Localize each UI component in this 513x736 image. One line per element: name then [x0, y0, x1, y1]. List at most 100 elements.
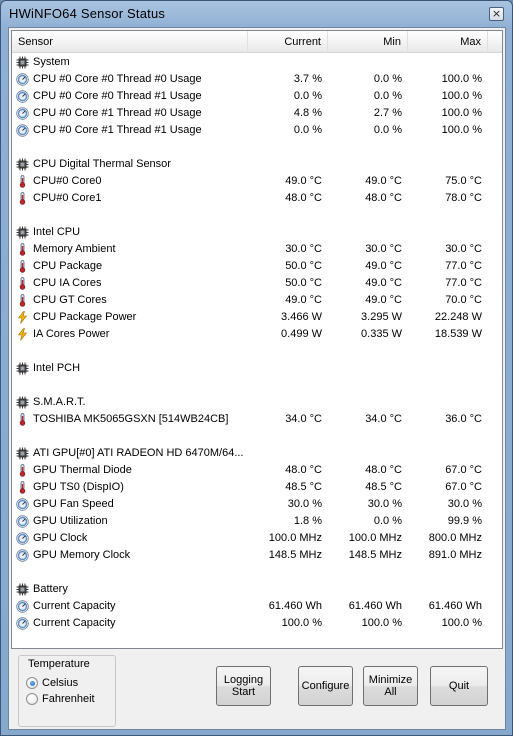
temperature-group-label: Temperature — [25, 658, 93, 670]
thermometer-icon — [16, 192, 29, 205]
sensor-row[interactable]: TOSHIBA MK5065GSXN [514WB24CB] 34.0 °C 34.… — [12, 411, 502, 428]
current-value: 48.5 °C — [285, 481, 322, 493]
window-title: HWiNFO64 Sensor Status — [9, 6, 166, 21]
sensor-group-row[interactable]: Battery — [12, 581, 502, 598]
sensor-row[interactable]: Current Capacity 61.460 Wh 61.460 Wh 61.460… — [12, 598, 502, 615]
sensor-name: CPU Package Power — [33, 311, 137, 323]
max-value: 67.0 °C — [445, 481, 482, 493]
thermometer-icon — [16, 464, 29, 477]
min-value: 49.0 °C — [365, 277, 402, 289]
lightning-icon — [16, 311, 29, 324]
max-value: 100.0 % — [441, 124, 482, 136]
gauge-icon — [16, 515, 29, 528]
min-value: 30.0 % — [367, 498, 402, 510]
min-value: 30.0 °C — [365, 243, 402, 255]
sensor-row[interactable]: CPU IA Cores 50.0 °C 49.0 °C 77.0 °C — [12, 275, 502, 292]
fahrenheit-label: Fahrenheit — [42, 693, 95, 705]
quit-button[interactable]: Quit — [430, 666, 488, 706]
column-header-sensor[interactable]: Sensor — [12, 31, 248, 53]
spacer-row — [12, 377, 502, 394]
min-value: 148.5 MHz — [348, 549, 402, 561]
sensor-status-window: HWiNFO64 Sensor Status × Sensor Current … — [0, 0, 513, 736]
sensor-row[interactable]: CPU Package Power 3.466 W 3.295 W 22.248 W — [12, 309, 502, 326]
column-header-min[interactable]: Min — [328, 31, 408, 53]
max-value: 78.0 °C — [445, 192, 482, 204]
min-value: 0.335 W — [361, 328, 402, 340]
sensor-name: Intel PCH — [33, 362, 81, 374]
close-button[interactable]: × — [489, 7, 504, 21]
sensor-name: IA Cores Power — [33, 328, 110, 340]
column-header-max[interactable]: Max — [408, 31, 488, 53]
sensor-name: Battery — [33, 583, 68, 595]
sensor-name: CPU IA Cores — [33, 277, 102, 289]
logging-start-button[interactable]: Logging Start — [216, 666, 271, 706]
current-value: 48.0 °C — [285, 192, 322, 204]
sensor-rows: System CPU #0 Core #0 Thread #0 Usage 3.7 … — [12, 54, 502, 632]
min-value: 3.295 W — [361, 311, 402, 323]
temperature-unit-group: Temperature Celsius Fahrenheit — [18, 655, 116, 727]
sensor-row[interactable]: IA Cores Power 0.499 W 0.335 W 18.539 W — [12, 326, 502, 343]
column-header-current[interactable]: Current — [248, 31, 328, 53]
min-value: 100.0 MHz — [348, 532, 402, 544]
sensor-name: TOSHIBA MK5065GSXN [514WB24CB] — [33, 413, 229, 425]
fahrenheit-radio-indicator[interactable] — [26, 693, 38, 705]
configure-label: Configure — [301, 680, 350, 692]
current-value: 0.0 % — [293, 124, 322, 136]
logging-start-label-line2: Start — [231, 686, 256, 698]
celsius-radio-indicator[interactable] — [26, 677, 38, 689]
sensor-group-row[interactable]: Intel PCH — [12, 360, 502, 377]
sensor-row[interactable]: Memory Ambient 30.0 °C 30.0 °C 30.0 °C — [12, 241, 502, 258]
min-value: 48.0 °C — [365, 192, 402, 204]
max-value: 30.0 % — [447, 498, 482, 510]
sensor-row[interactable]: GPU Clock 100.0 MHz 100.0 MHz 800.0 MHz — [12, 530, 502, 547]
sensor-row[interactable]: Current Capacity 100.0 % 100.0 % 100.0 % — [12, 615, 502, 632]
sensor-row[interactable]: GPU TS0 (DispIO) 48.5 °C 48.5 °C 67.0 °C — [12, 479, 502, 496]
sensor-row[interactable]: GPU Thermal Diode 48.0 °C 48.0 °C 67.0 °C — [12, 462, 502, 479]
thermometer-icon — [16, 481, 29, 494]
minimize-all-label-line2: All — [384, 686, 397, 698]
thermometer-icon — [16, 243, 29, 256]
current-value: 49.0 °C — [285, 175, 322, 187]
sensor-row[interactable]: CPU #0 Core #0 Thread #1 Usage 0.0 % 0.0 %… — [12, 88, 502, 105]
sensor-row[interactable]: GPU Utilization 1.8 % 0.0 % 99.9 % — [12, 513, 502, 530]
sensor-group-row[interactable]: System — [12, 54, 502, 71]
current-value: 30.0 % — [287, 498, 322, 510]
configure-button[interactable]: Configure — [298, 666, 353, 706]
sensor-list[interactable]: Sensor Current Min Max System CPU #0 Core… — [11, 30, 503, 649]
min-value: 48.5 °C — [365, 481, 402, 493]
sensor-name: CPU Digital Thermal Sensor — [33, 158, 171, 170]
max-value: 99.9 % — [447, 515, 482, 527]
min-value: 0.0 % — [373, 73, 402, 85]
sensor-row[interactable]: CPU#0 Core1 48.0 °C 48.0 °C 78.0 °C — [12, 190, 502, 207]
min-value: 2.7 % — [373, 107, 402, 119]
sensor-group-row[interactable]: Intel CPU — [12, 224, 502, 241]
min-value: 61.460 Wh — [348, 600, 402, 612]
sensor-row[interactable]: CPU #0 Core #0 Thread #0 Usage 3.7 % 0.0 %… — [12, 71, 502, 88]
logging-start-label-line1: Logging — [223, 674, 264, 686]
sensor-row[interactable]: CPU#0 Core0 49.0 °C 49.0 °C 75.0 °C — [12, 173, 502, 190]
gauge-icon — [16, 73, 29, 86]
sensor-group-row[interactable]: S.M.A.R.T. — [12, 394, 502, 411]
chip-icon — [16, 583, 29, 596]
gauge-icon — [16, 549, 29, 562]
sensor-name: CPU #0 Core #0 Thread #1 Usage — [33, 90, 202, 102]
title-bar[interactable]: HWiNFO64 Sensor Status × — [1, 1, 512, 27]
sensor-name: S.M.A.R.T. — [33, 396, 86, 408]
minimize-all-button[interactable]: Minimize All — [363, 666, 418, 706]
min-value: 49.0 °C — [365, 260, 402, 272]
sensor-group-row[interactable]: ATI GPU[#0] ATI RADEON HD 6470M/64... — [12, 445, 502, 462]
sensor-row[interactable]: GPU Memory Clock 148.5 MHz 148.5 MHz 891.0 … — [12, 547, 502, 564]
sensor-row[interactable]: GPU Fan Speed 30.0 % 30.0 % 30.0 % — [12, 496, 502, 513]
sensor-group-row[interactable]: CPU Digital Thermal Sensor — [12, 156, 502, 173]
sensor-row[interactable]: CPU #0 Core #1 Thread #1 Usage 0.0 % 0.0 %… — [12, 122, 502, 139]
min-value: 0.0 % — [373, 124, 402, 136]
sensor-name: Current Capacity — [33, 600, 116, 612]
thermometer-icon — [16, 294, 29, 307]
sensor-row[interactable]: CPU Package 50.0 °C 49.0 °C 77.0 °C — [12, 258, 502, 275]
thermometer-icon — [16, 175, 29, 188]
sensor-name: Current Capacity — [33, 617, 116, 629]
gauge-icon — [16, 600, 29, 613]
sensor-row[interactable]: CPU GT Cores 49.0 °C 49.0 °C 70.0 °C — [12, 292, 502, 309]
sensor-row[interactable]: CPU #0 Core #1 Thread #0 Usage 4.8 % 2.7 %… — [12, 105, 502, 122]
max-value: 100.0 % — [441, 90, 482, 102]
